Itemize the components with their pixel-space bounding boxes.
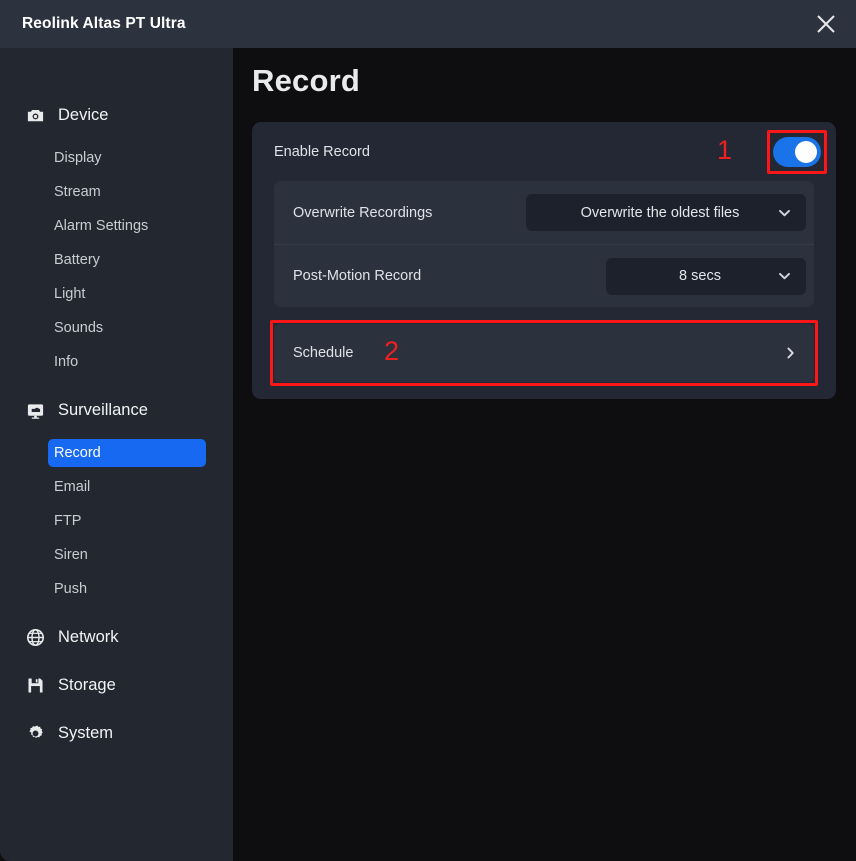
sidebar-item-label: Sounds [54, 320, 104, 336]
schedule-wrapper: Schedule 2 [270, 320, 818, 386]
close-button[interactable] [796, 0, 856, 48]
close-icon [815, 13, 837, 35]
monitor-icon [25, 400, 45, 420]
sidebar-item-ftp[interactable]: FTP [48, 507, 206, 535]
app-window: Reolink Altas PT Ultra Device Display St… [0, 0, 856, 861]
sidebar: Device Display Stream Alarm Settings Bat… [0, 48, 233, 861]
content-area: Record Enable Record 1 Overwrite Recordi… [233, 48, 856, 861]
sidebar-section-label: Storage [58, 675, 116, 694]
sidebar-item-display[interactable]: Display [48, 144, 206, 172]
overwrite-recordings-value: Overwrite the oldest files [580, 204, 740, 221]
sidebar-item-label: Info [54, 354, 79, 370]
sidebar-item-siren[interactable]: Siren [48, 541, 206, 569]
sidebar-section-storage[interactable]: Storage [25, 670, 233, 700]
record-settings-card: Enable Record 1 Overwrite Recordings Ove… [252, 122, 836, 399]
enable-record-row: Enable Record 1 [252, 122, 836, 181]
sidebar-item-label: FTP [54, 513, 82, 529]
sidebar-item-battery[interactable]: Battery [48, 246, 206, 274]
app-title: Reolink Altas PT Ultra [22, 15, 186, 32]
sidebar-section-label: System [58, 723, 114, 742]
overwrite-recordings-row: Overwrite Recordings Overwrite the oldes… [274, 181, 814, 244]
schedule-row[interactable]: Schedule 2 [274, 324, 814, 382]
sidebar-item-label: Battery [54, 252, 100, 268]
sidebar-item-info[interactable]: Info [48, 348, 206, 376]
camera-icon [25, 105, 45, 125]
toggle-knob [795, 141, 817, 163]
annotation-marker-1: 1 [716, 135, 732, 165]
chevron-right-icon [783, 346, 798, 361]
enable-record-label: Enable Record [274, 143, 370, 160]
sidebar-item-label: Stream [54, 184, 101, 200]
post-motion-record-select[interactable]: 8 secs [606, 257, 806, 295]
sidebar-item-label: Siren [54, 547, 88, 563]
sidebar-section-system[interactable]: System [25, 718, 233, 748]
sidebar-item-push[interactable]: Push [48, 575, 206, 603]
annotation-marker-2: 2 [384, 336, 400, 366]
page-title: Record [252, 63, 361, 98]
sidebar-item-sounds[interactable]: Sounds [48, 314, 206, 342]
record-options-group: Overwrite Recordings Overwrite the oldes… [274, 181, 814, 307]
sidebar-item-record[interactable]: Record [48, 439, 206, 467]
sidebar-item-label: Alarm Settings [54, 218, 149, 234]
sidebar-item-email[interactable]: Email [48, 473, 206, 501]
sidebar-item-label: Record [54, 445, 101, 461]
sidebar-item-alarm-settings[interactable]: Alarm Settings [48, 212, 206, 240]
sidebar-section-label: Device [58, 105, 109, 124]
schedule-label: Schedule [293, 345, 354, 361]
overwrite-recordings-select[interactable]: Overwrite the oldest files [526, 194, 806, 231]
chevron-down-icon [777, 269, 792, 284]
sidebar-item-label: Display [54, 150, 102, 166]
sidebar-item-label: Push [54, 581, 88, 597]
gear-icon [25, 723, 45, 743]
title-bar: Reolink Altas PT Ultra [0, 0, 856, 48]
sidebar-section-label: Network [58, 627, 119, 646]
sidebar-section-surveillance[interactable]: Surveillance [25, 395, 233, 425]
sidebar-section-device[interactable]: Device [25, 100, 233, 130]
sidebar-item-light[interactable]: Light [48, 280, 206, 308]
sidebar-section-network[interactable]: Network [25, 622, 233, 652]
floppy-disk-icon [25, 675, 45, 695]
chevron-down-icon [777, 205, 792, 220]
globe-icon [25, 627, 45, 647]
sidebar-section-label: Surveillance [58, 400, 148, 419]
overwrite-recordings-label: Overwrite Recordings [293, 204, 433, 221]
enable-record-toggle[interactable] [773, 137, 821, 167]
post-motion-record-row: Post-Motion Record 8 secs [274, 244, 814, 307]
post-motion-record-value: 8 secs [679, 268, 721, 284]
sidebar-item-stream[interactable]: Stream [48, 178, 206, 206]
sidebar-item-label: Email [54, 479, 91, 495]
post-motion-record-label: Post-Motion Record [293, 268, 422, 284]
sidebar-item-label: Light [54, 286, 86, 302]
